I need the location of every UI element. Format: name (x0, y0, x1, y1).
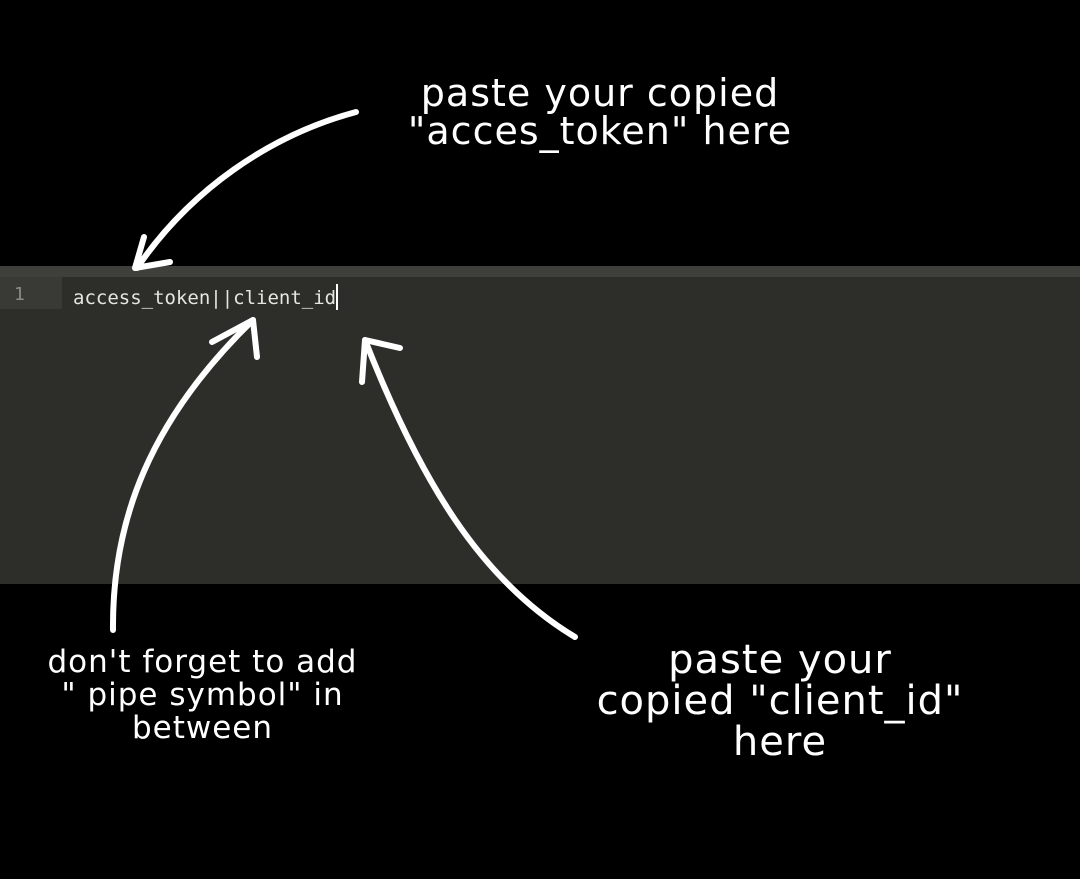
annotation-pipe-symbol: don't forget to add " pipe symbol" in be… (0, 646, 405, 745)
editor-line[interactable]: access_token||client_id (73, 284, 339, 310)
line-number: 1 (14, 284, 25, 305)
line-gutter (0, 277, 62, 309)
annotation-line: between (131, 710, 274, 746)
annotation-line: paste your copied (420, 71, 780, 115)
annotation-line: "acces_token" here (407, 109, 793, 153)
annotation-line: " pipe symbol" in (61, 677, 344, 713)
annotation-line: here (732, 719, 828, 765)
annotation-line: paste your (668, 637, 892, 683)
annotation-line: don't forget to add (47, 644, 358, 680)
editor-line-text: access_token||client_id (73, 287, 337, 309)
text-cursor (336, 284, 339, 310)
arrow-to-access-token-icon (132, 109, 359, 271)
annotation-line: copied "client_id" (596, 678, 964, 724)
annotation-paste-access-token: paste your copied "acces_token" here (350, 74, 850, 150)
editor-tab-strip (0, 266, 1080, 277)
annotation-paste-client-id: paste your copied "client_id" here (545, 640, 1015, 763)
text-editor[interactable]: 1 access_token||client_id (0, 266, 1080, 584)
